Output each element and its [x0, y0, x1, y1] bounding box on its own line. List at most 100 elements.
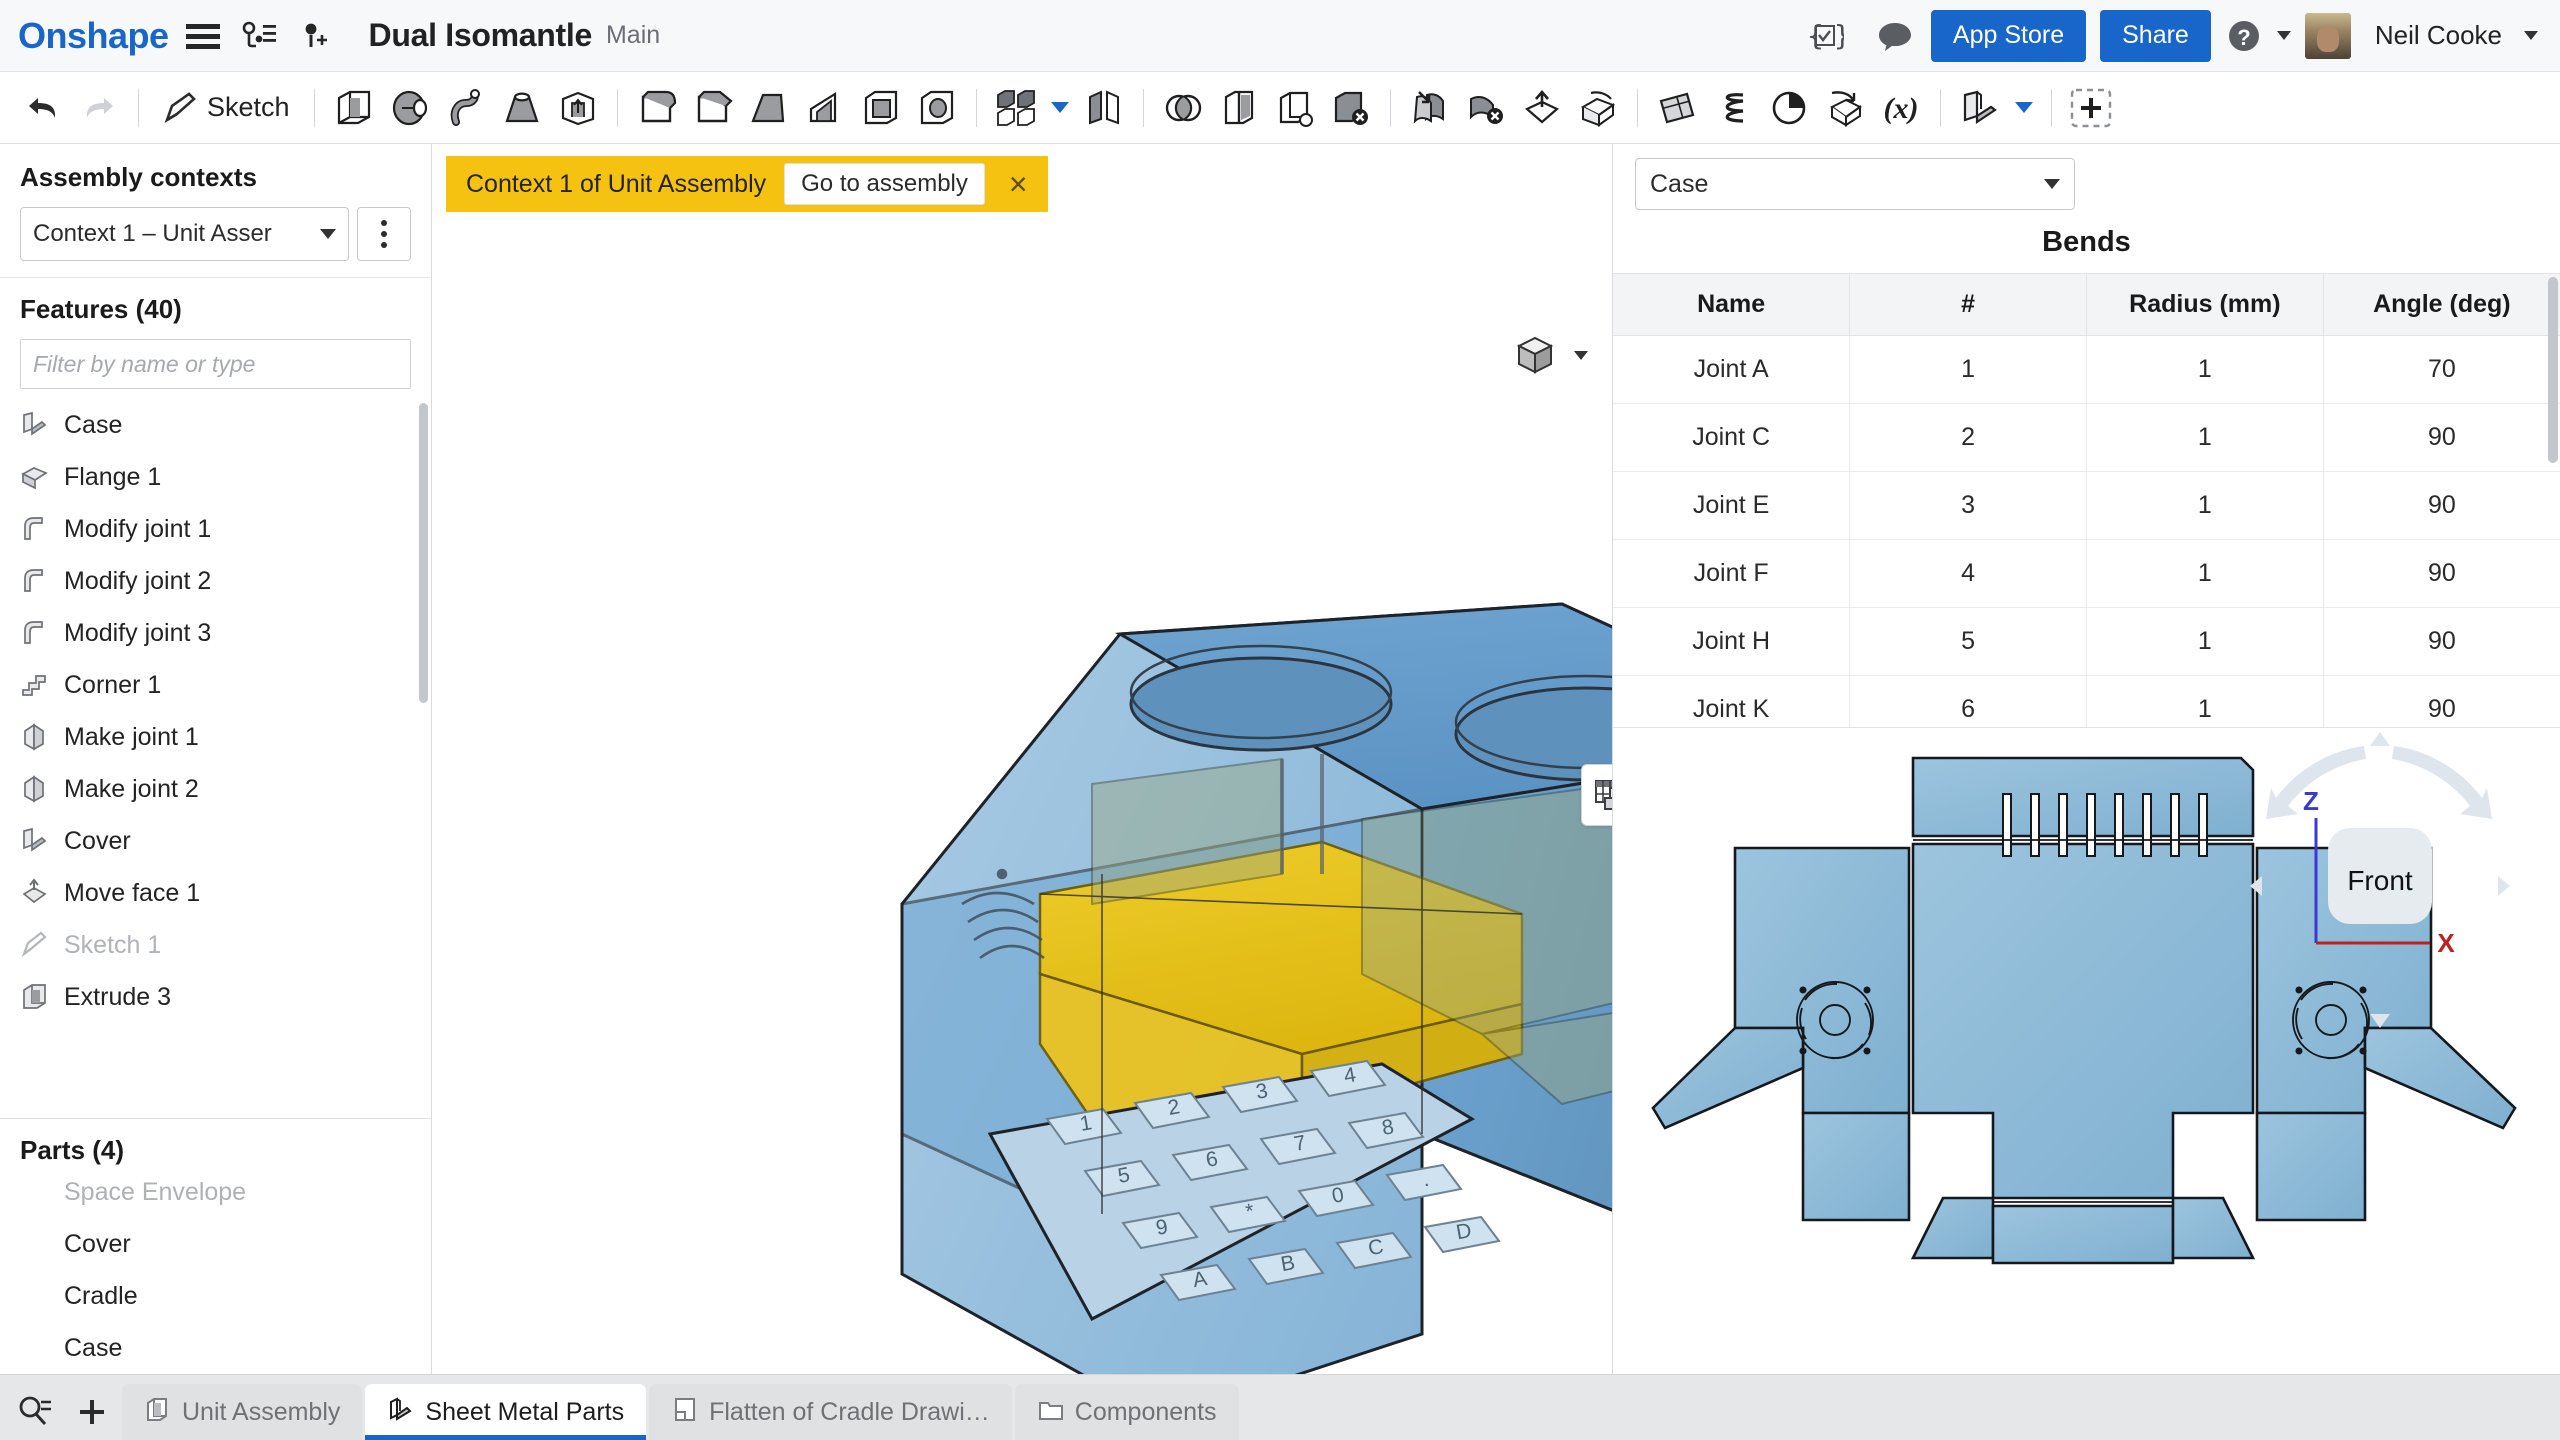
feature-item[interactable]: Modify joint 2 — [0, 555, 431, 607]
insert-icon[interactable] — [293, 14, 337, 58]
branch-label: Main — [606, 21, 660, 50]
sheet-metal-icon[interactable] — [1953, 80, 2007, 136]
redo-icon[interactable] — [72, 80, 126, 136]
sheet-metal-icon — [20, 410, 50, 440]
render-mode-selector[interactable] — [1512, 332, 1588, 378]
add-tab-icon[interactable] — [65, 1384, 119, 1440]
feature-item[interactable]: Corner 1 — [0, 659, 431, 711]
curve-icon[interactable] — [1762, 80, 1816, 136]
tab-flatten-of-cradle-drawi[interactable]: Flatten of Cradle Drawi… — [649, 1384, 1012, 1440]
revolve-icon[interactable] — [383, 80, 437, 136]
go-to-assembly-button[interactable]: Go to assembly — [784, 163, 985, 205]
transform-icon[interactable] — [1268, 80, 1322, 136]
fillet-icon[interactable] — [630, 80, 684, 136]
move-face-icon[interactable] — [1515, 80, 1569, 136]
features-filter-input[interactable] — [20, 339, 411, 389]
table-row[interactable]: Joint E3190 — [1613, 472, 2560, 540]
feature-check-icon[interactable]: { } — [1803, 14, 1847, 58]
context-select[interactable]: Context 1 – Unit Asser — [20, 207, 349, 261]
feature-item[interactable]: Make joint 1 — [0, 711, 431, 763]
context-options-button[interactable] — [357, 207, 411, 261]
table-row[interactable]: Joint F4190 — [1613, 540, 2560, 608]
pattern-icon[interactable] — [989, 80, 1043, 136]
plane-icon[interactable] — [1650, 80, 1704, 136]
shell-icon[interactable] — [854, 80, 908, 136]
chamfer-icon[interactable] — [686, 80, 740, 136]
tab-sheet-metal-parts[interactable]: Sheet Metal Parts — [365, 1384, 646, 1440]
hole-icon[interactable] — [910, 80, 964, 136]
flat-view-cube[interactable]: Front Z X — [2250, 728, 2550, 1058]
app-store-button[interactable]: App Store — [1931, 10, 2086, 62]
share-button[interactable]: Share — [2100, 10, 2211, 62]
assembly-contexts-section: Assembly contexts Context 1 – Unit Asser — [0, 144, 431, 278]
bends-column-header[interactable]: Radius (mm) — [2087, 274, 2324, 336]
sheet-metal-flange-icon[interactable] — [1571, 80, 1625, 136]
sketch-button[interactable]: Sketch — [151, 80, 302, 136]
part-item[interactable]: Case — [20, 1322, 411, 1374]
avatar[interactable] — [2305, 13, 2351, 59]
tab-search-icon[interactable] — [8, 1384, 62, 1440]
add-custom-feature-icon[interactable] — [2064, 80, 2118, 136]
feature-item[interactable]: Extrude 3 — [0, 971, 431, 1023]
flat-pattern-view[interactable]: Front Z X — [1613, 727, 2560, 1374]
bends-table-scrollbar[interactable] — [2548, 277, 2558, 463]
delete-face-icon[interactable] — [1459, 80, 1513, 136]
features-scrollbar[interactable] — [419, 403, 428, 703]
helix-icon[interactable] — [1706, 80, 1760, 136]
rib-icon[interactable] — [798, 80, 852, 136]
table-row[interactable]: Joint H5190 — [1613, 608, 2560, 676]
replace-face-icon[interactable] — [1403, 80, 1457, 136]
bends-column-header[interactable]: # — [1850, 274, 2087, 336]
part-item[interactable]: Cradle — [20, 1270, 411, 1322]
delete-part-icon[interactable] — [1324, 80, 1378, 136]
part-item[interactable]: Cover — [20, 1218, 411, 1270]
isomantle-3d-model[interactable]: 123456789*0.ABCD — [862, 574, 1612, 1374]
feature-item[interactable]: Move face 1 — [0, 867, 431, 919]
help-menu[interactable]: ? — [2225, 17, 2291, 55]
model-viewport[interactable]: Context 1 of Unit Assembly Go to assembl… — [432, 144, 1612, 1374]
loft-icon[interactable] — [495, 80, 549, 136]
mirror-icon[interactable] — [1077, 80, 1131, 136]
feature-item[interactable]: Flange 1 — [0, 451, 431, 503]
bends-column-header[interactable]: Angle (deg) — [2323, 274, 2560, 336]
table-panel-icon — [1593, 776, 1612, 814]
derive-icon[interactable] — [1818, 80, 1872, 136]
features-list[interactable]: Case Flange 1 Modify joint 1Modify joint 2… — [0, 389, 431, 1118]
tab-components[interactable]: Components — [1015, 1384, 1239, 1440]
pattern-chevron-down-icon[interactable] — [1051, 102, 1069, 113]
part-item[interactable]: Space Envelope — [20, 1166, 411, 1218]
feature-item[interactable]: Modify joint 1 — [0, 503, 431, 555]
thicken-icon[interactable] — [551, 80, 605, 136]
table-row[interactable]: Joint A1170 — [1613, 336, 2560, 404]
extrude-icon[interactable] — [327, 80, 381, 136]
boolean-icon[interactable] — [1156, 80, 1210, 136]
user-name[interactable]: Neil Cooke — [2375, 20, 2502, 51]
tab-unit-assembly[interactable]: Unit Assembly — [122, 1384, 362, 1440]
feature-item[interactable]: Make joint 2 — [0, 763, 431, 815]
feature-item[interactable]: Modify joint 3 — [0, 607, 431, 659]
bends-column-header[interactable]: Name — [1613, 274, 1850, 336]
feature-label: Flange 1 — [64, 463, 161, 492]
sweep-icon[interactable] — [439, 80, 493, 136]
split-icon[interactable] — [1212, 80, 1266, 136]
version-graph-icon[interactable] — [237, 14, 281, 58]
feature-item[interactable]: Sketch 1 — [0, 919, 431, 971]
bends-cell-name: Joint F — [1613, 540, 1850, 608]
user-chevron-down-icon[interactable] — [2524, 31, 2538, 40]
flat-viewcube-front-label[interactable]: Front — [2347, 865, 2413, 896]
bends-table-body: Joint A1170Joint C2190Joint E3190Joint F… — [1613, 336, 2560, 728]
table-row[interactable]: Joint K6190 — [1613, 676, 2560, 728]
draft-icon[interactable] — [742, 80, 796, 136]
menu-icon[interactable] — [181, 14, 225, 58]
table-panel-toggle-button[interactable] — [1581, 764, 1612, 826]
sheet-metal-chevron-down-icon[interactable] — [2015, 102, 2033, 113]
feature-item[interactable]: Cover — [0, 815, 431, 867]
onshape-logo[interactable]: Onshape — [18, 15, 169, 57]
close-icon[interactable]: × — [1003, 168, 1034, 200]
feature-item[interactable]: Case — [0, 399, 431, 451]
variable-icon[interactable]: (x) — [1874, 80, 1928, 136]
table-row[interactable]: Joint C2190 — [1613, 404, 2560, 472]
part-selector[interactable]: Case — [1635, 158, 2075, 210]
comment-icon[interactable] — [1873, 14, 1917, 58]
undo-icon[interactable] — [16, 80, 70, 136]
